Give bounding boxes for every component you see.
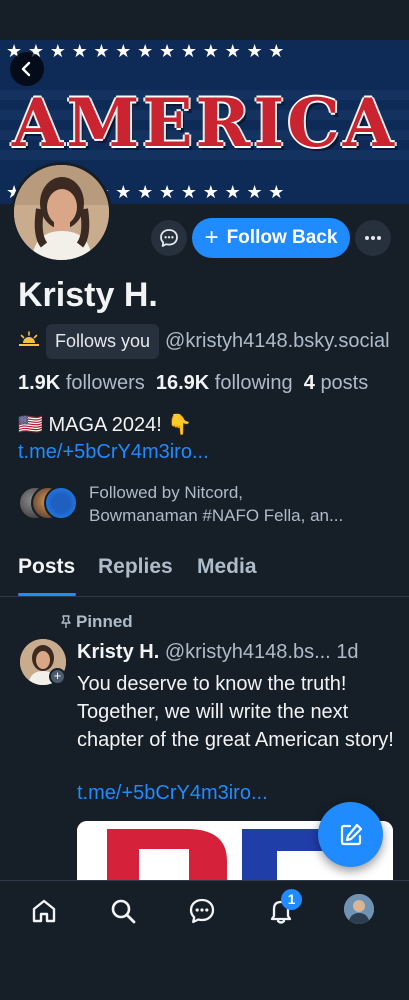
avatar-image <box>14 165 109 260</box>
back-button[interactable] <box>10 52 44 86</box>
chat-bubble-icon <box>160 229 178 247</box>
handle-row: Follows you @kristyh4148.bsky.social <box>18 323 409 359</box>
followers-count[interactable]: 1.9K <box>18 372 60 394</box>
post-link[interactable]: t.me/+5bCrY4m3iro... <box>77 782 268 805</box>
sunrise-icon <box>18 330 46 352</box>
post-author-name[interactable]: Kristy H. <box>77 641 159 663</box>
posts-label: posts <box>320 372 369 394</box>
nav-home[interactable] <box>28 895 60 927</box>
notification-count-badge: 1 <box>281 889 302 910</box>
following-label[interactable]: following <box>215 372 293 394</box>
active-tab-indicator <box>18 593 76 596</box>
banner-word: AMERICA <box>11 84 398 162</box>
following-count[interactable]: 16.9K <box>156 372 209 394</box>
followed-by-line2: Bowmanaman #NAFO Fella, an... <box>89 506 344 525</box>
profile-avatar[interactable] <box>11 162 112 263</box>
profile-display-name: Kristy H. <box>18 276 158 314</box>
svg-text:★ ★ ★ ★ ★ ★ ★ ★ ★ ★ ★ ★ ★: ★ ★ ★ ★ ★ ★ ★ ★ ★ ★ ★ ★ ★ <box>6 41 284 62</box>
follows-you-badge: Follows you <box>46 323 160 359</box>
stats-row: 1.9K followers 16.9K following 4 posts <box>18 372 368 395</box>
follower-avatar <box>44 486 78 520</box>
home-icon <box>32 899 56 923</box>
post-header: Kristy H. @kristyh4148.bs... 1d <box>77 641 397 664</box>
tab-media[interactable]: Media <box>197 555 257 579</box>
message-button[interactable] <box>151 220 187 256</box>
search-icon <box>111 899 136 924</box>
chevron-left-icon <box>21 61 31 77</box>
status-bar <box>0 0 409 40</box>
system-bar <box>0 946 409 1000</box>
chat-icon <box>189 898 215 924</box>
compose-icon <box>340 823 362 845</box>
followed-by-text[interactable]: Followed by Nitcord, Bowmanaman #NAFO Fe… <box>89 481 343 527</box>
post-time: 1d <box>336 641 359 663</box>
followed-by-avatars[interactable] <box>18 486 78 520</box>
followers-label[interactable]: followers <box>66 372 145 394</box>
posts-count: 4 <box>303 372 315 394</box>
follow-plus-icon[interactable]: + <box>49 668 66 685</box>
nav-profile-avatar[interactable] <box>344 894 374 924</box>
plus-icon: + <box>204 224 219 251</box>
more-options-button[interactable] <box>355 220 391 256</box>
pinned-label: Pinned <box>76 612 133 631</box>
ellipsis-icon <box>365 236 381 240</box>
followed-by-line1: Followed by Nitcord, <box>89 483 244 502</box>
nav-search[interactable] <box>107 895 139 927</box>
profile-bio: 🇺🇸 MAGA 2024! 👇 <box>18 414 193 436</box>
follow-back-button[interactable]: + Follow Back <box>192 218 350 258</box>
tab-posts[interactable]: Posts <box>18 555 75 579</box>
pin-icon <box>61 615 71 628</box>
post-author-handle[interactable]: @kristyh4148.bs... <box>165 641 331 663</box>
nav-chat[interactable] <box>186 895 218 927</box>
follow-back-label: Follow Back <box>226 227 338 248</box>
bio-link[interactable]: t.me/+5bCrY4m3iro... <box>18 441 209 464</box>
pinned-indicator: Pinned <box>60 612 133 632</box>
compose-post-button[interactable] <box>318 802 383 867</box>
avatar-image <box>344 894 374 924</box>
profile-handle: @kristyh4148.bsky.social <box>165 329 390 352</box>
tab-replies[interactable]: Replies <box>98 555 173 579</box>
stars-decoration-top: ★ ★ ★ ★ ★ ★ ★ ★ ★ ★ ★ ★ ★ <box>6 41 284 62</box>
profile-tabs: Posts Replies Media <box>0 550 409 597</box>
post-text: You deserve to know the truth! Together,… <box>77 673 394 751</box>
